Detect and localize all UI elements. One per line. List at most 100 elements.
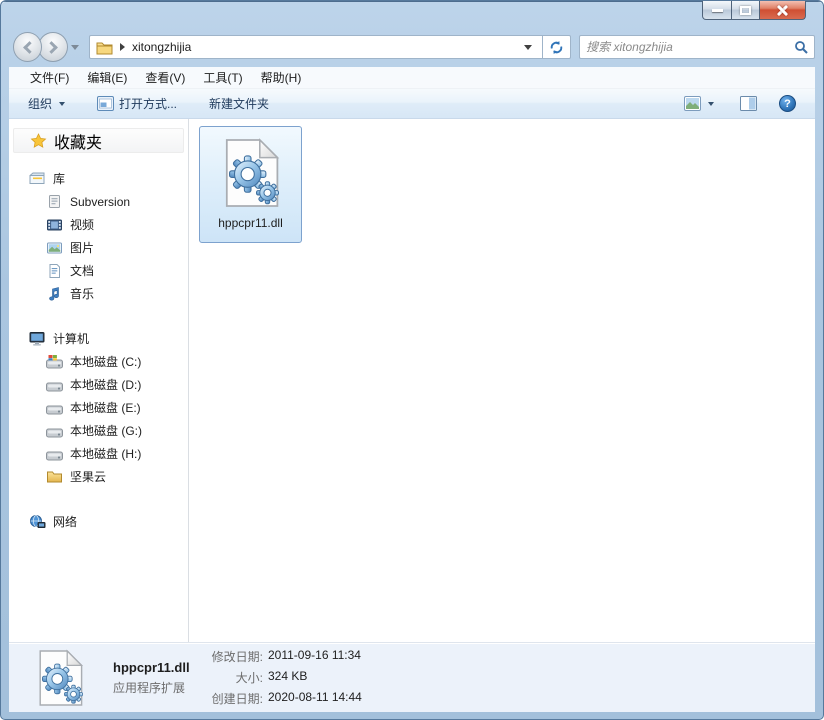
dll-file-icon	[225, 139, 279, 207]
sidebar-item-drive-c[interactable]: 本地磁盘 (C:)	[9, 350, 188, 373]
favorites-label: 收藏夹	[54, 134, 103, 152]
sidebar-item-videos[interactable]: 视频	[9, 213, 188, 236]
chevron-down-icon	[708, 101, 714, 106]
folder-icon	[47, 471, 62, 482]
preview-pane-icon	[740, 96, 757, 111]
star-icon	[30, 132, 47, 148]
maximize-icon	[740, 5, 751, 15]
new-folder-label: 新建文件夹	[209, 97, 270, 111]
drive-c-label: 本地磁盘 (C:)	[70, 355, 142, 369]
menu-bar: 文件(F) 编辑(E) 查看(V) 工具(T) 帮助(H)	[9, 67, 815, 89]
command-toolbar: 组织 打开方式... 新建文件夹 ?	[9, 89, 815, 119]
details-file-name: hppcpr11.dll	[113, 659, 190, 675]
drive-icon	[46, 451, 63, 460]
sidebar-item-libraries[interactable]: 库	[9, 167, 188, 190]
sidebar-item-jianguoyun[interactable]: 坚果云	[9, 465, 188, 488]
preview-pane-button[interactable]	[731, 92, 766, 115]
sidebar-item-favorites[interactable]: 收藏夹	[13, 128, 184, 153]
created-label: 创建日期:	[211, 692, 263, 706]
search-box	[579, 35, 815, 59]
open-with-button[interactable]: 打开方式...	[88, 91, 186, 116]
sidebar-item-subversion[interactable]: Subversion	[9, 190, 188, 213]
pictures-label: 图片	[70, 241, 95, 255]
details-pane: hppcpr11.dll 应用程序扩展 修改日期: 2011-09-16 11:…	[9, 642, 815, 712]
jianguoyun-label: 坚果云	[70, 470, 107, 484]
open-with-label: 打开方式...	[119, 97, 178, 111]
details-size-row: 大小: 324 KB	[197, 669, 362, 686]
computer-label: 计算机	[53, 332, 90, 346]
recent-pages-dropdown[interactable]	[70, 44, 79, 50]
sidebar-item-pictures[interactable]: 图片	[9, 236, 188, 259]
forward-icon	[45, 40, 59, 54]
content-area: 收藏夹 库 Subversion 视频 图片 文档 音乐 计算机 本地磁盘 (C…	[9, 119, 815, 642]
open-with-icon	[97, 96, 115, 111]
details-created-row: 创建日期: 2020-08-11 14:44	[197, 690, 362, 707]
size-value: 324 KB	[268, 669, 308, 683]
drive-icon	[46, 405, 63, 414]
sidebar-item-drive-e[interactable]: 本地磁盘 (E:)	[9, 396, 188, 419]
refresh-button[interactable]	[542, 35, 572, 59]
pictures-icon	[47, 242, 62, 253]
close-icon	[776, 4, 789, 17]
drive-c-icon	[46, 354, 63, 368]
chevron-down-icon	[59, 101, 66, 106]
close-button[interactable]	[760, 1, 806, 20]
chevron-down-icon	[523, 44, 532, 50]
organize-label: 组织	[28, 97, 53, 111]
menu-file[interactable]: 文件(F)	[21, 66, 78, 89]
file-item-hppcpr11-dll[interactable]: hppcpr11.dll	[199, 126, 302, 243]
sidebar-item-drive-h[interactable]: 本地磁盘 (H:)	[9, 442, 188, 465]
navigation-pane: 收藏夹 库 Subversion 视频 图片 文档 音乐 计算机 本地磁盘 (C…	[9, 119, 189, 642]
sidebar-item-drive-g[interactable]: 本地磁盘 (G:)	[9, 419, 188, 442]
back-button[interactable]	[13, 32, 43, 62]
address-dropdown-button[interactable]	[518, 41, 538, 54]
sidebar-item-music[interactable]: 音乐	[9, 282, 188, 305]
file-list-area[interactable]: hppcpr11.dll	[189, 119, 815, 642]
details-file-type: 应用程序扩展	[113, 680, 186, 695]
modified-label: 修改日期:	[211, 650, 263, 664]
new-folder-button[interactable]: 新建文件夹	[200, 91, 278, 116]
refresh-icon	[550, 40, 563, 54]
sidebar-item-network[interactable]: 网络	[9, 510, 188, 533]
drive-d-label: 本地磁盘 (D:)	[70, 378, 142, 392]
drive-icon	[46, 428, 63, 437]
search-input[interactable]	[586, 40, 794, 54]
minimize-icon	[711, 8, 723, 12]
file-name-label: hppcpr11.dll	[218, 216, 283, 230]
videos-icon	[47, 219, 62, 230]
music-icon	[49, 286, 59, 300]
libraries-icon	[29, 172, 45, 184]
forward-button[interactable]	[38, 32, 68, 62]
subversion-label: Subversion	[70, 194, 131, 209]
help-button[interactable]: ?	[770, 91, 805, 116]
menu-view[interactable]: 查看(V)	[136, 66, 194, 89]
sidebar-item-documents[interactable]: 文档	[9, 259, 188, 282]
size-label: 大小:	[235, 671, 263, 685]
organize-button[interactable]: 组织	[19, 91, 74, 116]
network-label: 网络	[53, 515, 78, 529]
menu-help[interactable]: 帮助(H)	[252, 66, 311, 89]
sidebar-item-drive-d[interactable]: 本地磁盘 (D:)	[9, 373, 188, 396]
navigation-bar: xitongzhijia	[9, 29, 815, 65]
documents-label: 文档	[70, 264, 95, 278]
libraries-label: 库	[53, 172, 66, 186]
computer-icon	[29, 331, 45, 346]
folder-icon	[96, 42, 113, 54]
drive-g-label: 本地磁盘 (G:)	[70, 424, 142, 438]
address-bar[interactable]: xitongzhijia	[88, 35, 543, 59]
drive-h-label: 本地磁盘 (H:)	[70, 447, 142, 461]
videos-label: 视频	[70, 218, 95, 232]
details-modified-row: 修改日期: 2011-09-16 11:34	[197, 648, 362, 665]
back-icon	[22, 40, 36, 54]
documents-icon	[49, 263, 60, 278]
explorer-window: xitongzhijia 文件(F) 编辑(E) 查看(V) 工具(T) 帮助(	[0, 0, 824, 720]
help-icon: ?	[779, 95, 796, 112]
maximize-button[interactable]	[732, 1, 760, 20]
created-value: 2020-08-11 14:44	[268, 690, 362, 704]
breadcrumb[interactable]: xitongzhijia	[132, 40, 191, 54]
minimize-button[interactable]	[702, 1, 732, 20]
menu-edit[interactable]: 编辑(E)	[78, 66, 136, 89]
sidebar-item-computer[interactable]: 计算机	[9, 327, 188, 350]
menu-tools[interactable]: 工具(T)	[194, 66, 251, 89]
views-button[interactable]	[675, 92, 723, 115]
